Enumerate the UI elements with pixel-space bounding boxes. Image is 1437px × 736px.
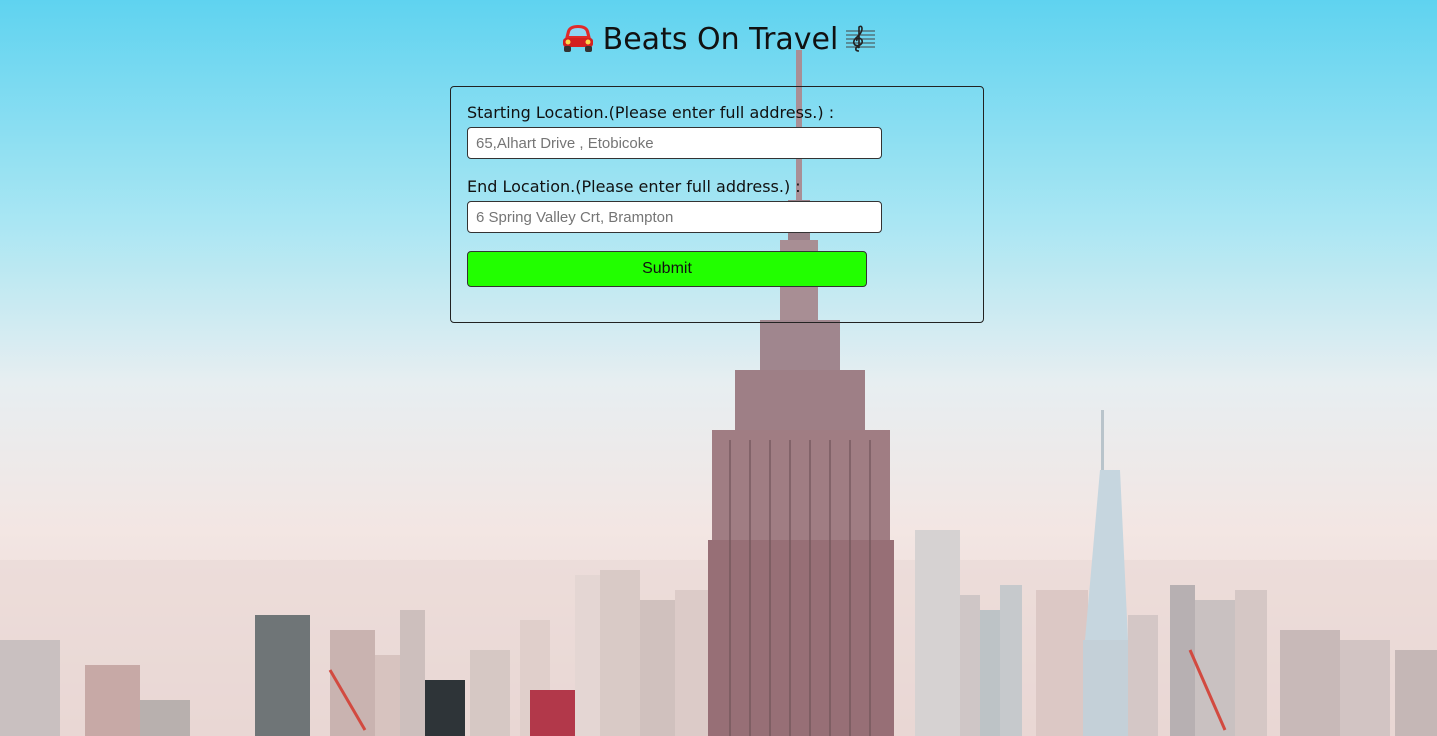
submit-button[interactable]: Submit [467, 251, 867, 287]
page-title: Beats On Travel [0, 22, 1437, 57]
end-location-label: End Location.(Please enter full address.… [467, 177, 801, 196]
red-car-icon [562, 25, 593, 52]
treble-clef-icon [846, 25, 876, 52]
start-location-input[interactable] [467, 127, 882, 159]
end-location-input[interactable] [467, 201, 882, 233]
start-location-label: Starting Location.(Please enter full add… [467, 103, 835, 122]
route-form: Starting Location.(Please enter full add… [450, 86, 984, 323]
app-title-text: Beats On Travel [602, 22, 839, 57]
